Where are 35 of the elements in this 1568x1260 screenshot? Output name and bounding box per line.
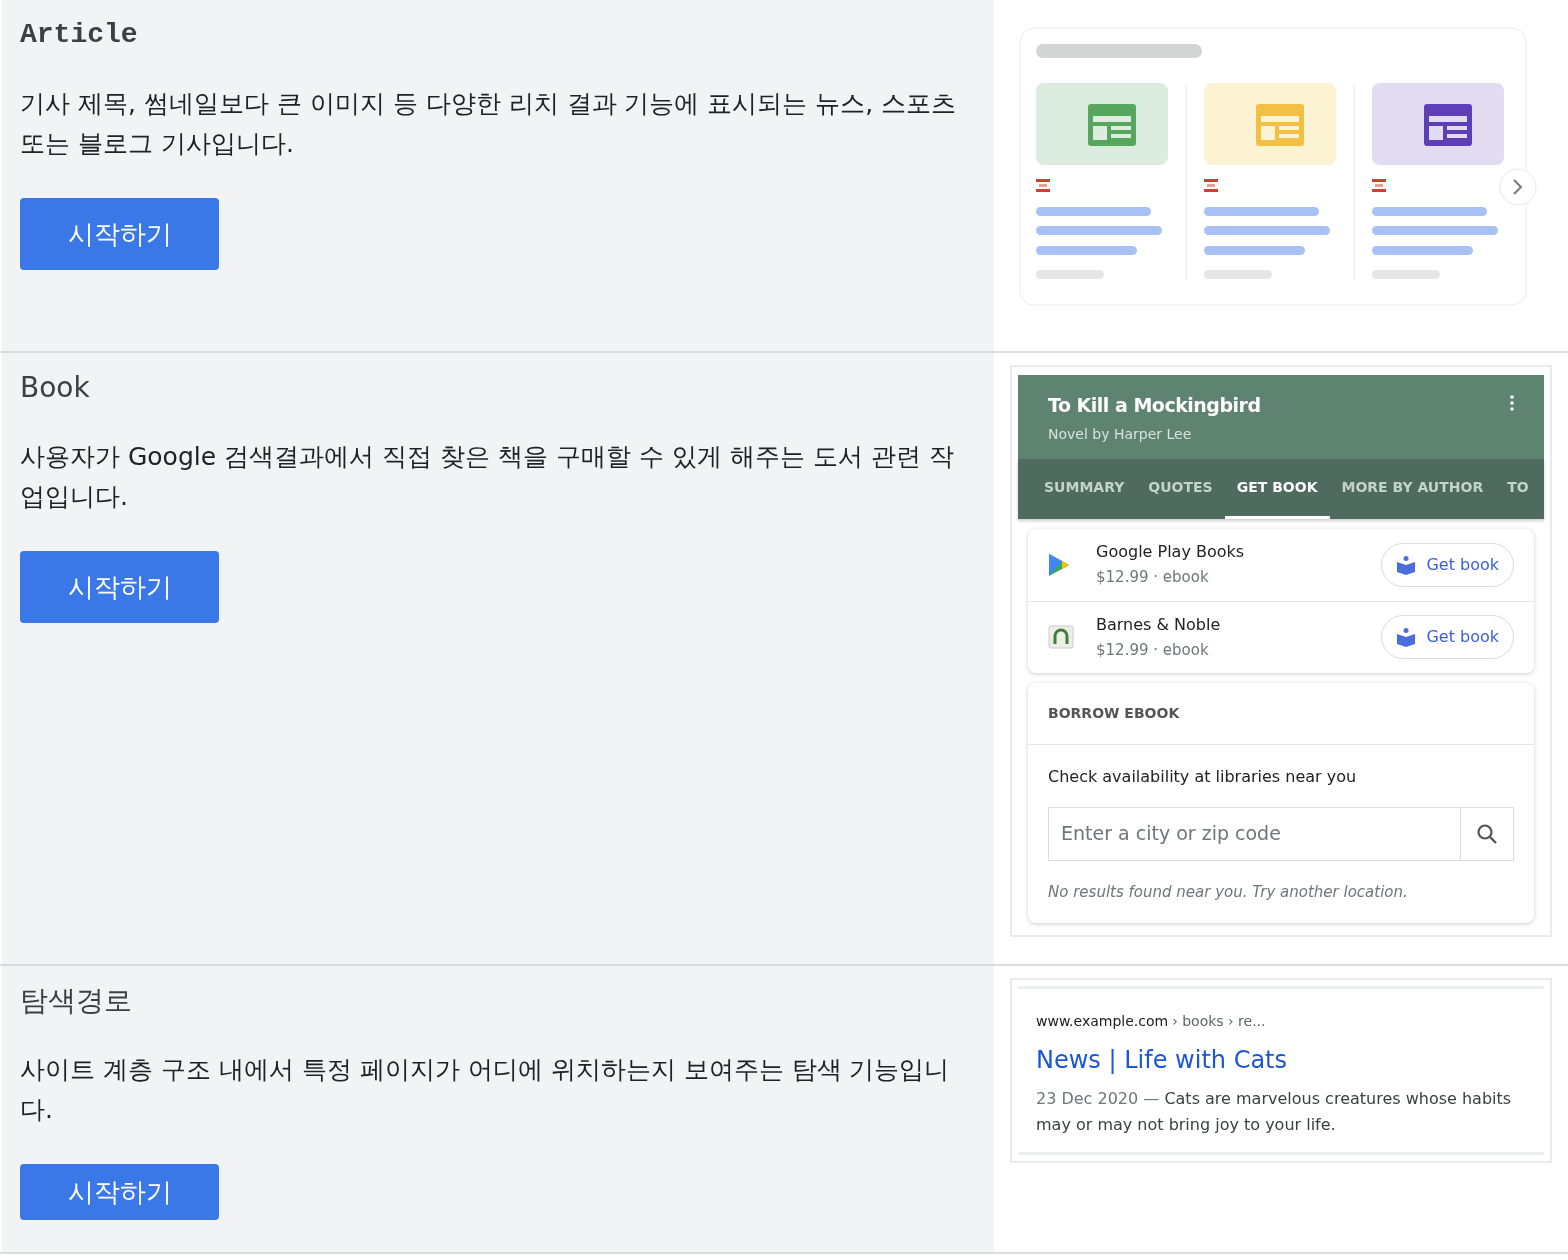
search-button[interactable] — [1461, 806, 1514, 861]
book-tab[interactable]: GET BOOK — [1224, 458, 1330, 519]
location-search-field[interactable]: Enter a city or zip code — [1048, 806, 1461, 861]
breadcrumb-path: › books › re... — [1172, 1012, 1266, 1031]
result-snippet: 23 Dec 2020 — Cats are marvelous creatures whose habits may or may not bring joy to your life. — [1036, 1088, 1513, 1136]
section-description: 사이트 계층 구조 내에서 특정 페이지가 어디에 위치하는지 보여주는 탐색 기능입니다. — [20, 1054, 951, 1126]
seller-name: Google Play Books — [1096, 541, 1246, 564]
book-tab[interactable]: QUOTES — [1136, 458, 1225, 519]
search-icon — [1476, 822, 1498, 845]
more-options-icon[interactable] — [1510, 395, 1514, 411]
seller-price: $12.99 · ebook — [1096, 639, 1210, 661]
section-description: 사용자가 Google 검색결과에서 직접 찾은 책을 구매할 수 있게 해주는 도서 관련 작업입니다. — [20, 441, 955, 513]
borrow-prompt: Check availability at libraries near you — [1048, 765, 1358, 788]
book-tab[interactable]: SUMMARY — [1032, 458, 1137, 519]
book-title: To Kill a Mockingbird — [1048, 393, 1261, 418]
get-started-button[interactable]: 시작하기 — [20, 198, 219, 270]
section-title: Book — [20, 370, 90, 406]
book-tab[interactable]: TO — [1495, 458, 1541, 519]
seller-price: $12.99 · ebook — [1096, 567, 1210, 589]
section-description: 기사 제목, 썸네일보다 큰 이미지 등 다양한 리치 결과 기능에 표시되는 뉴스, 스포츠 또는 블로그 기사입니다. — [20, 88, 958, 160]
section-title: 탐색경로 — [20, 983, 132, 1019]
get-started-button[interactable]: 시작하기 — [20, 551, 219, 623]
no-results-note: No results found near you. Try another location. — [1048, 881, 1409, 903]
seller-name: Barnes & Noble — [1096, 613, 1222, 636]
result-url: www.example.com — [1036, 1012, 1169, 1031]
play-triangle-icon — [1048, 552, 1070, 577]
result-title-link[interactable]: News | Life with Cats — [1036, 1042, 1526, 1078]
book-tab[interactable]: MORE BY AUTHOR — [1329, 458, 1496, 519]
book-icon — [1396, 554, 1417, 575]
book-subtitle: Novel by Harper Lee — [1048, 424, 1193, 444]
borrow-heading: BORROW EBOOK — [1048, 703, 1180, 723]
section-title: Article — [20, 18, 138, 52]
get-started-button[interactable]: 시작하기 — [20, 1164, 219, 1220]
arch-logo-icon — [1048, 625, 1074, 649]
book-icon — [1396, 627, 1417, 647]
